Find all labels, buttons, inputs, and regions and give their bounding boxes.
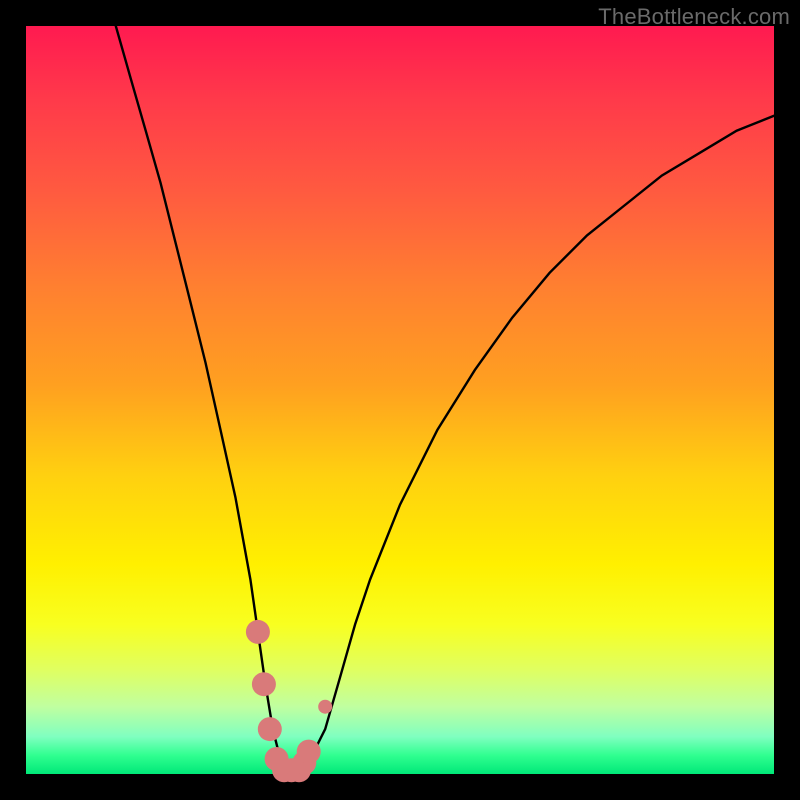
highlight-dot — [258, 717, 282, 741]
chart-frame: TheBottleneck.com — [0, 0, 800, 800]
highlight-dot — [318, 700, 332, 714]
highlight-dot — [246, 620, 270, 644]
highlight-dot — [252, 672, 276, 696]
plot-area — [26, 26, 774, 774]
curve-layer — [26, 26, 774, 774]
highlight-dot — [297, 740, 321, 764]
bottleneck-curve — [116, 26, 774, 774]
watermark-text: TheBottleneck.com — [598, 4, 790, 30]
